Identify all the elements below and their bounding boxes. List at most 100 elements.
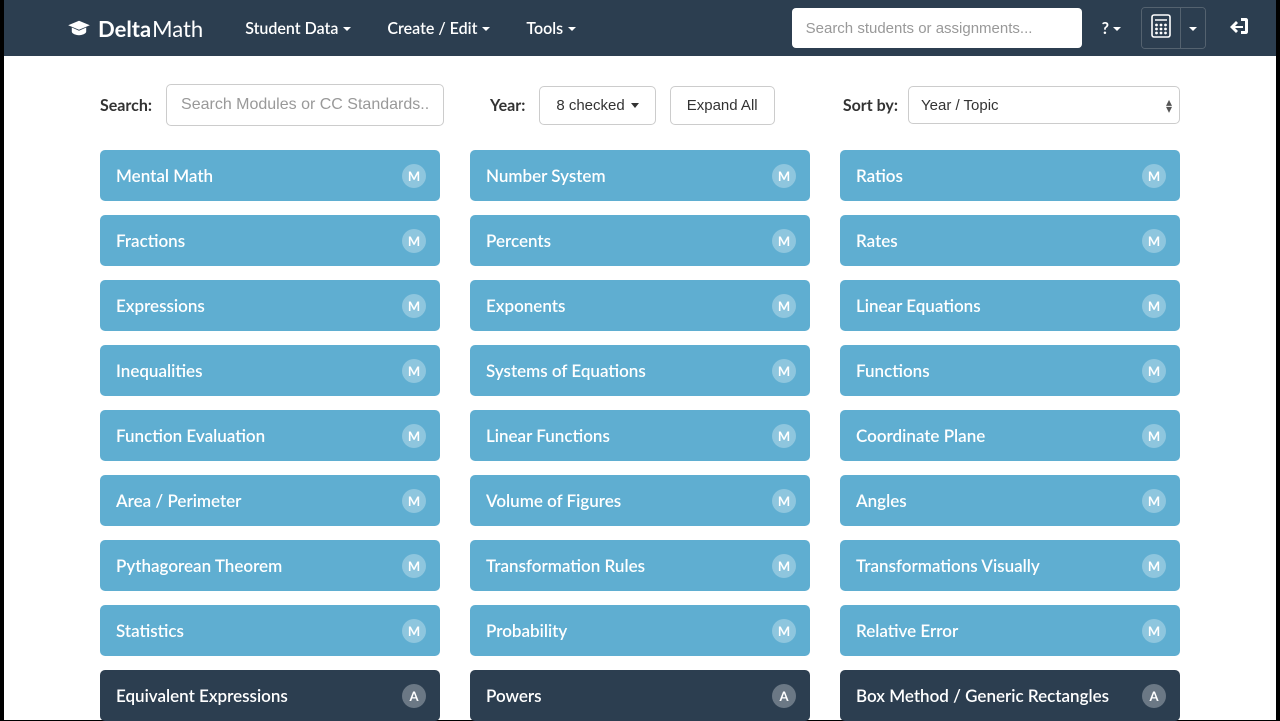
caret-down-icon — [1113, 27, 1121, 31]
module-tile-badge: M — [402, 619, 426, 643]
module-search-input[interactable] — [166, 84, 444, 126]
module-tile-label: Volume of Figures — [486, 490, 621, 511]
help-label: ? — [1102, 19, 1109, 38]
module-tile[interactable]: PercentsM — [470, 215, 810, 266]
module-tile-badge: M — [402, 294, 426, 318]
module-tile-label: Exponents — [486, 295, 565, 316]
calculator-button-group — [1141, 7, 1206, 49]
module-tile[interactable]: InequalitiesM — [100, 345, 440, 396]
module-tile[interactable]: Box Method / Generic RectanglesA — [840, 670, 1180, 721]
module-tile-badge: M — [1142, 489, 1166, 513]
search-label: Search: — [100, 96, 152, 115]
module-tile-label: Transformations Visually — [856, 555, 1040, 576]
caret-down-icon — [631, 103, 639, 108]
logout-button[interactable] — [1218, 9, 1258, 47]
year-filter-label: 8 checked — [556, 97, 624, 114]
module-tile-label: Area / Perimeter — [116, 490, 241, 511]
module-tile-label: Function Evaluation — [116, 425, 265, 446]
module-tile[interactable]: Transformation Rules M — [470, 540, 810, 591]
module-tile-badge: M — [772, 294, 796, 318]
module-tile[interactable]: Area / Perimeter M — [100, 475, 440, 526]
module-tile-label: Box Method / Generic Rectangles — [856, 685, 1109, 706]
nav-student-data[interactable]: Student Data — [231, 9, 365, 48]
module-tile-badge: M — [402, 229, 426, 253]
module-tile[interactable]: Relative ErrorM — [840, 605, 1180, 656]
module-tile[interactable]: Volume of Figures M — [470, 475, 810, 526]
module-tile-badge: M — [402, 164, 426, 188]
nav-right: ? — [792, 7, 1258, 49]
module-tile[interactable]: FractionsM — [100, 215, 440, 266]
module-tile[interactable]: Linear EquationsM — [840, 280, 1180, 331]
module-tile-label: Equivalent Expressions — [116, 685, 288, 706]
module-tile-label: Angles — [856, 490, 907, 511]
module-tile[interactable]: Angles M — [840, 475, 1180, 526]
module-tile-label: Percents — [486, 230, 551, 251]
module-tile[interactable]: RatiosM — [840, 150, 1180, 201]
module-tile[interactable]: Probability M — [470, 605, 810, 656]
module-tile-badge: M — [402, 489, 426, 513]
module-tile[interactable]: Coordinate PlaneM — [840, 410, 1180, 461]
module-tile[interactable]: Pythagorean TheoremM — [100, 540, 440, 591]
brand-logo[interactable]: DeltaMath — [68, 15, 203, 42]
module-tile-badge: M — [772, 619, 796, 643]
module-tile-label: Functions — [856, 360, 930, 381]
module-tile-badge: M — [402, 554, 426, 578]
module-tile[interactable]: Function Evaluation M — [100, 410, 440, 461]
year-label: Year: — [490, 96, 525, 115]
module-tile[interactable]: Number SystemM — [470, 150, 810, 201]
module-tile-badge: M — [772, 164, 796, 188]
module-tile[interactable]: Statistics M — [100, 605, 440, 656]
module-tile-badge: M — [772, 489, 796, 513]
logout-icon — [1226, 15, 1250, 41]
content-area: Search: Year: 8 checked Expand All Sort … — [4, 56, 1276, 721]
navbar: DeltaMath Student Data Create / Edit Too… — [4, 0, 1276, 56]
global-search-input[interactable] — [792, 8, 1082, 48]
calculator-button[interactable] — [1142, 8, 1180, 48]
module-tile-label: Probability — [486, 620, 567, 641]
nav-tools[interactable]: Tools — [512, 9, 590, 48]
module-tile[interactable]: Mental Math M — [100, 150, 440, 201]
module-tile-badge: A — [402, 684, 426, 708]
module-tile-badge: A — [772, 684, 796, 708]
module-tile-badge: M — [1142, 229, 1166, 253]
expand-all-button[interactable]: Expand All — [670, 86, 775, 125]
module-tile[interactable]: RatesM — [840, 215, 1180, 266]
module-tile-label: Systems of Equations — [486, 360, 646, 381]
year-filter-button[interactable]: 8 checked — [539, 86, 655, 125]
toolbar-right: Sort by: Year / Topic ▴▾ — [843, 86, 1180, 124]
brand-delta: Delta — [98, 15, 151, 42]
module-tile[interactable]: Transformations Visually M — [840, 540, 1180, 591]
expand-all-label: Expand All — [687, 97, 758, 114]
module-tile[interactable]: ExpressionsM — [100, 280, 440, 331]
nav-create-edit-label: Create / Edit — [387, 19, 477, 38]
module-tile-badge: M — [402, 424, 426, 448]
module-tile[interactable]: Systems of Equations M — [470, 345, 810, 396]
nav-create-edit[interactable]: Create / Edit — [373, 9, 504, 48]
module-tile-badge: M — [1142, 164, 1166, 188]
module-tile[interactable]: Exponents M — [470, 280, 810, 331]
module-tile[interactable]: Powers A — [470, 670, 810, 721]
module-tile-badge: M — [772, 359, 796, 383]
module-tile-label: Inequalities — [116, 360, 203, 381]
sort-select-wrap: Year / Topic ▴▾ — [908, 86, 1180, 124]
module-tile[interactable]: Linear FunctionsM — [470, 410, 810, 461]
module-tile-label: Powers — [486, 685, 542, 706]
module-tile[interactable]: Equivalent Expressions A — [100, 670, 440, 721]
module-tile-label: Coordinate Plane — [856, 425, 985, 446]
module-tile-label: Statistics — [116, 620, 184, 641]
caret-down-icon — [482, 27, 490, 31]
module-tile-label: Transformation Rules — [486, 555, 645, 576]
module-tile-label: Mental Math — [116, 165, 213, 186]
help-menu[interactable]: ? — [1094, 13, 1129, 44]
module-tile-badge: M — [772, 424, 796, 448]
sort-select[interactable]: Year / Topic — [908, 86, 1180, 124]
brand-math: Math — [152, 15, 203, 42]
module-tile-badge: M — [1142, 294, 1166, 318]
module-tile[interactable]: FunctionsM — [840, 345, 1180, 396]
module-grid: Mental MathMNumber SystemMRatiosMFractio… — [42, 150, 1238, 721]
module-tile-badge: M — [1142, 554, 1166, 578]
nav-tools-label: Tools — [526, 19, 563, 38]
caret-down-icon — [343, 27, 351, 31]
calculator-dropdown[interactable] — [1180, 8, 1205, 48]
module-tile-badge: M — [772, 554, 796, 578]
